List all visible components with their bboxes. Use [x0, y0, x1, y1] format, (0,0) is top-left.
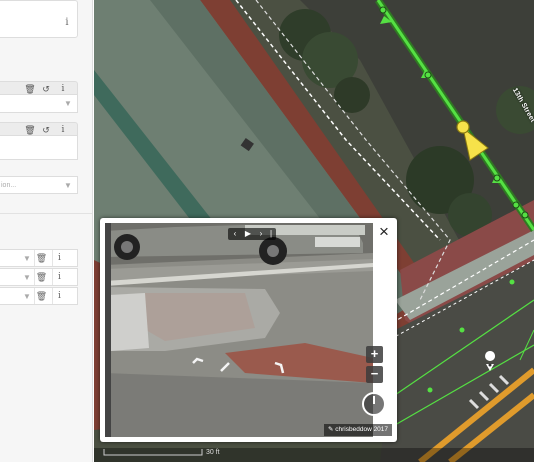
- field-header-2: 🗑 ↺ i: [0, 122, 78, 136]
- trash-icon[interactable]: 🗑: [34, 250, 48, 266]
- nav-separator: |: [269, 229, 273, 238]
- editor-sidebar: i 🗑 ↺ i ▼ 🗑 ↺ i ion... ▼ ▼ 🗑 i ▼ 🗑 i ▼ 🗑…: [0, 0, 93, 462]
- next-photo-button[interactable]: ›: [256, 228, 266, 240]
- field-select-1[interactable]: ▼: [0, 95, 78, 113]
- info-button[interactable]: i: [52, 250, 66, 266]
- street-level-photo[interactable]: [105, 223, 373, 437]
- close-button[interactable]: ×: [373, 221, 395, 243]
- tag-row[interactable]: ▼ 🗑 i: [0, 249, 78, 267]
- trash-icon[interactable]: 🗑: [24, 124, 36, 136]
- info-button[interactable]: i: [52, 288, 66, 304]
- chevron-down-icon: ▼: [23, 273, 31, 282]
- scale-label: 30 ft: [206, 449, 220, 456]
- tag-row[interactable]: ▼ 🗑 i: [0, 268, 78, 286]
- info-button[interactable]: i: [57, 83, 69, 95]
- undo-icon[interactable]: ↺: [40, 83, 52, 95]
- play-button[interactable]: ▶: [243, 228, 253, 240]
- photo-nav-bar: ‹ ▶ › |: [228, 228, 276, 240]
- zoom-in-button[interactable]: +: [366, 346, 383, 363]
- tag-row[interactable]: ▼ 🗑 i: [0, 287, 78, 305]
- photo-viewer: ‹ ▶ › | + − ✎ chrisbeddow 2017: [100, 218, 397, 442]
- info-button[interactable]: i: [52, 269, 66, 285]
- compass-icon[interactable]: [362, 392, 386, 416]
- trash-icon[interactable]: 🗑: [34, 269, 48, 285]
- info-button[interactable]: i: [57, 124, 69, 136]
- chevron-down-icon: ▼: [23, 254, 31, 263]
- field-header-1: 🗑 ↺ i: [0, 81, 78, 95]
- top-field-box: i: [0, 0, 78, 38]
- zoom-out-button[interactable]: −: [366, 366, 383, 383]
- chevron-down-icon: ▼: [64, 181, 72, 190]
- scale-bar: [103, 449, 203, 456]
- photo-attribution: ✎ chrisbeddow 2017: [324, 424, 393, 436]
- prev-photo-button[interactable]: ‹: [230, 228, 240, 240]
- chevron-down-icon: ▼: [64, 99, 72, 108]
- combo-placeholder: ion...: [1, 182, 17, 189]
- section-divider: [0, 213, 92, 214]
- attribution-text: chrisbeddow 2017: [335, 426, 389, 433]
- info-button[interactable]: i: [59, 15, 75, 31]
- chevron-down-icon: ▼: [23, 292, 31, 301]
- undo-icon[interactable]: ↺: [40, 124, 52, 136]
- trash-icon[interactable]: 🗑: [24, 83, 36, 95]
- trash-icon[interactable]: 🗑: [34, 288, 48, 304]
- field-combo[interactable]: ion... ▼: [0, 176, 78, 194]
- field-textarea-2[interactable]: [0, 136, 78, 160]
